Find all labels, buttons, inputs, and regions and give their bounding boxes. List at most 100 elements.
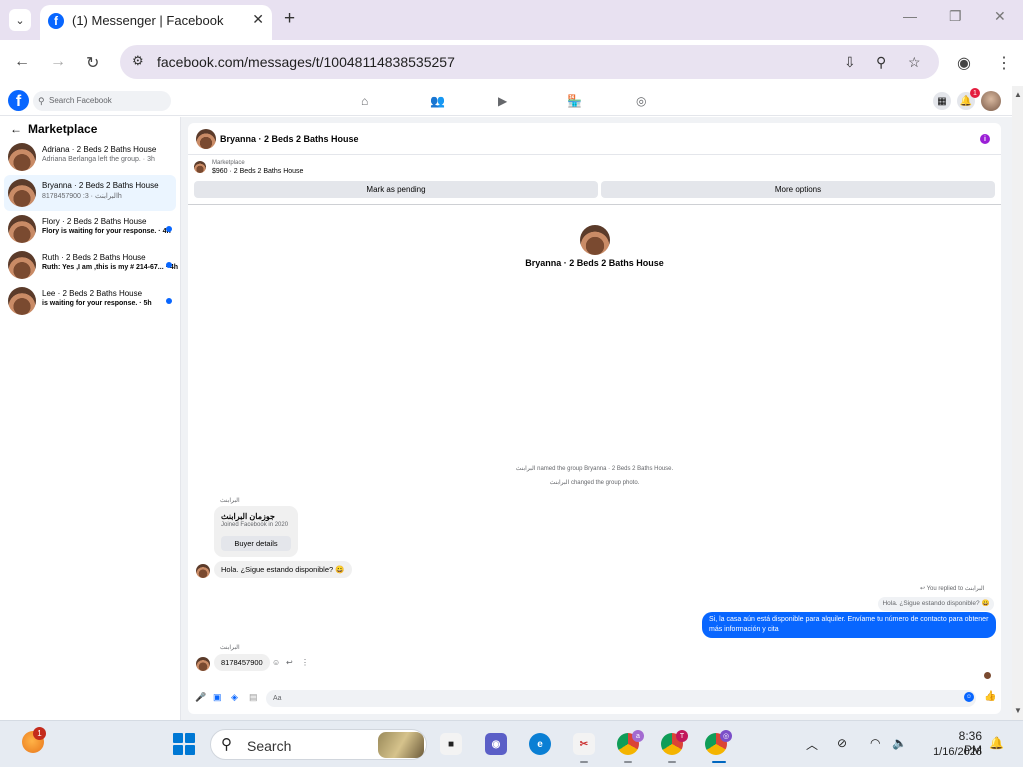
- quoted-message[interactable]: Hola. ¿Sigue estando disponible? 😀: [878, 597, 994, 611]
- conversation-item[interactable]: Ruth · 2 Beds 2 Baths House Ruth: Yes ,I…: [4, 247, 179, 283]
- reply-note-text: You replied to البرابنث: [926, 586, 985, 592]
- chrome-profile-a-badge: a: [632, 730, 644, 742]
- snipping-tool-icon[interactable]: ✂: [573, 733, 595, 755]
- profile-icon[interactable]: ◉: [957, 53, 971, 73]
- facebook-header: f ⚲ Search Facebook ⌂ 👥 ▶ 🏪 ◎ ▦ 🔔: [0, 86, 1012, 116]
- task-view-icon[interactable]: ■: [440, 733, 462, 755]
- edge-icon[interactable]: e: [529, 733, 551, 755]
- taskbar-search[interactable]: ⚲ Search: [210, 729, 427, 760]
- avatar: [8, 287, 36, 315]
- page-scrollbar[interactable]: ▲ ▼: [1012, 86, 1023, 720]
- facebook-logo-icon[interactable]: f: [8, 90, 29, 111]
- browser-tab[interactable]: f (1) Messenger | Facebook ✕: [40, 5, 272, 40]
- chrome-menu-icon[interactable]: ⋮: [996, 53, 1012, 73]
- conversation-item[interactable]: Adriana · 2 Beds 2 Baths House Adriana B…: [4, 139, 176, 175]
- chevron-up-icon[interactable]: ︿: [806, 736, 818, 753]
- chat-header: Bryanna · 2 Beds 2 Baths House i: [188, 123, 1001, 155]
- scroll-down-icon[interactable]: ▼: [1014, 706, 1022, 715]
- facebook-search-input[interactable]: ⚲ Search Facebook: [33, 91, 171, 111]
- reply-note: ↩ You replied to البرابنث: [920, 585, 984, 592]
- reply-icon: ↩: [920, 586, 927, 592]
- message-input[interactable]: Aa: [266, 690, 976, 707]
- site-info-icon[interactable]: ⚙: [132, 53, 144, 69]
- listing-price[interactable]: $960 · 2 Beds 2 Baths House: [212, 168, 303, 175]
- conversation-item[interactable]: Lee · 2 Beds 2 Baths House is waiting fo…: [4, 283, 176, 319]
- more-icon[interactable]: ⋮: [301, 658, 309, 667]
- reload-icon[interactable]: ↻: [86, 53, 99, 73]
- avatar[interactable]: [196, 129, 216, 149]
- sender-name: البرابنث: [220, 645, 240, 651]
- video-icon[interactable]: ▶: [498, 94, 507, 108]
- react-icon[interactable]: ☺: [272, 658, 280, 667]
- browser-tab-strip: ⌄ f (1) Messenger | Facebook ✕ + — ❐ ✕: [0, 0, 1023, 40]
- group-name: Bryanna · 2 Beds 2 Baths House: [525, 258, 664, 268]
- back-arrow-icon[interactable]: ←: [10, 122, 22, 136]
- mark-as-pending-button[interactable]: Mark as pending: [194, 181, 598, 198]
- message-composer: 🎤 ▣ ◈ ▤ Aa ☺ 👍: [188, 688, 1001, 710]
- groups-icon[interactable]: ◎: [636, 94, 646, 108]
- conversation-preview: Adriana Berlanga left the group. · 3h: [42, 156, 155, 163]
- conversation-preview: Ruth: Yes ,I am ,this is my # 214-67... …: [42, 264, 179, 271]
- listing-thumbnail[interactable]: [194, 161, 206, 173]
- conversation-item[interactable]: Bryanna · 2 Beds 2 Baths House 817845790…: [4, 175, 176, 211]
- conversation-name: Ruth · 2 Beds 2 Baths House: [42, 253, 146, 262]
- active-indicator: [712, 761, 726, 763]
- buyer-name: جوزمان البرابنث: [221, 512, 275, 521]
- back-icon[interactable]: ←: [14, 53, 30, 71]
- photo-icon[interactable]: ▣: [213, 692, 222, 703]
- account-avatar[interactable]: [981, 91, 1001, 111]
- conversation-item[interactable]: Flory · 2 Beds 2 Baths House Flory is wa…: [4, 211, 176, 247]
- wifi-icon[interactable]: ◠: [870, 736, 880, 750]
- url-text[interactable]: facebook.com/messages/t/1004811483853525…: [157, 54, 455, 70]
- reply-icon[interactable]: ↩: [286, 658, 293, 667]
- windows-taskbar: 1 ⚲ Search ■ ◉ e ✂ a T ◎ ︿ ⊘ ◠ 🔈 8:36 PM…: [0, 720, 1023, 767]
- unread-dot: [166, 298, 172, 304]
- teams-icon[interactable]: ◉: [485, 733, 507, 755]
- volume-icon[interactable]: 🔈: [892, 736, 907, 750]
- scroll-up-icon[interactable]: ▲: [1014, 90, 1022, 99]
- home-icon[interactable]: ⌂: [361, 94, 368, 108]
- address-bar[interactable]: ⚙ facebook.com/messages/t/10048114838535…: [120, 45, 939, 79]
- avatar: [196, 564, 210, 578]
- zoom-icon[interactable]: ⚲: [876, 54, 886, 71]
- emoji-icon[interactable]: ☺: [964, 692, 974, 702]
- buyer-details-button[interactable]: Buyer details: [221, 536, 291, 551]
- more-options-button[interactable]: More options: [601, 181, 995, 198]
- new-tab-button[interactable]: +: [284, 8, 295, 30]
- incoming-message[interactable]: Hola. ¿Sigue estando disponible? 😀: [214, 561, 352, 578]
- tab-search-button[interactable]: ⌄: [9, 9, 31, 31]
- marketplace-icon[interactable]: 🏪: [567, 94, 582, 108]
- menu-grid-icon[interactable]: ▦: [933, 92, 951, 110]
- chevron-down-icon: ⌄: [15, 14, 25, 27]
- close-window-button[interactable]: ✕: [994, 8, 1006, 25]
- notification-bell-icon[interactable]: 🔔: [989, 736, 1004, 750]
- chrome-profile-t-badge: T: [676, 730, 688, 742]
- running-indicator: [580, 761, 588, 763]
- start-icon[interactable]: [173, 733, 195, 755]
- microphone-icon[interactable]: 🎤: [195, 692, 206, 703]
- chat-title[interactable]: Bryanna · 2 Beds 2 Baths House: [220, 134, 359, 144]
- buyer-card: جوزمان البرابنث Joined Facebook in 2020 …: [214, 506, 298, 557]
- conversation-name: Lee · 2 Beds 2 Baths House: [42, 289, 143, 298]
- cloud-offline-icon[interactable]: ⊘: [837, 736, 847, 750]
- unread-dot: [166, 226, 172, 232]
- clock-date[interactable]: 1/16/2026: [924, 746, 982, 758]
- forward-icon[interactable]: →: [50, 53, 66, 71]
- info-icon[interactable]: i: [980, 134, 990, 144]
- install-app-icon[interactable]: ⇩: [844, 54, 856, 71]
- gif-icon[interactable]: ▤: [249, 692, 258, 703]
- thumbs-up-icon[interactable]: 👍: [984, 691, 996, 702]
- incoming-message[interactable]: 8178457900: [214, 654, 270, 671]
- restore-button[interactable]: ❐: [949, 8, 962, 25]
- tab-close-icon[interactable]: ✕: [252, 11, 264, 28]
- group-avatar: [580, 225, 610, 255]
- outgoing-message[interactable]: Si, la casa aún está disponible para alq…: [702, 612, 996, 638]
- friends-icon[interactable]: 👥: [430, 94, 445, 108]
- conversation-name: Bryanna · 2 Beds 2 Baths House: [42, 181, 159, 190]
- bookmark-star-icon[interactable]: ☆: [908, 54, 921, 71]
- notification-badge: 1: [970, 88, 980, 98]
- sticker-icon[interactable]: ◈: [231, 692, 238, 703]
- chat-panel: Bryanna · 2 Beds 2 Baths House i Marketp…: [188, 123, 1001, 714]
- conversation-name: Flory · 2 Beds 2 Baths House: [42, 217, 147, 226]
- minimize-button[interactable]: —: [903, 8, 917, 24]
